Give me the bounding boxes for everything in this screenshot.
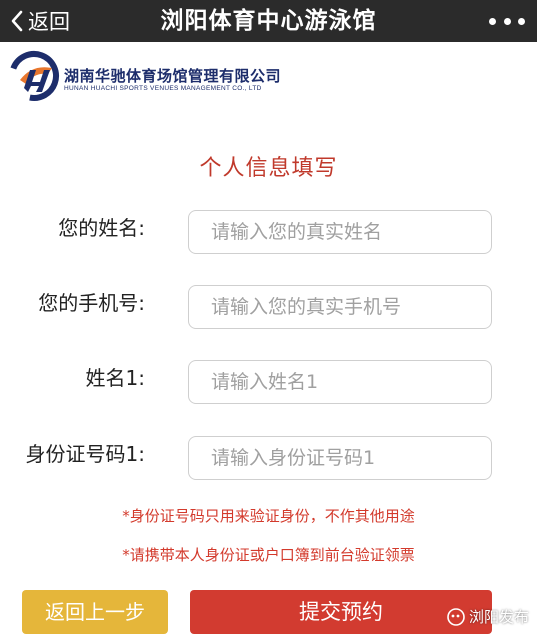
chevron-left-icon — [11, 10, 23, 32]
id-number1-label: 身份证号码1: — [25, 442, 145, 466]
name-label: 您的姓名: — [58, 216, 145, 240]
submit-reservation-button[interactable]: 提交预约 — [190, 590, 492, 634]
company-logo-icon — [9, 51, 59, 101]
company-name-cn: 湖南华驰体育场馆管理有限公司 — [64, 67, 282, 85]
more-dot-icon — [489, 17, 496, 25]
name1-input[interactable] — [188, 360, 492, 404]
page: 返回 浏阳体育中心游泳馆 湖南华驰体育场馆管理有限公司 HUNAN HUACHI… — [0, 0, 537, 638]
more-dot-icon — [503, 17, 511, 25]
company-logo: 湖南华驰体育场馆管理有限公司 HUNAN HUACHI SPORTS VENUE… — [8, 50, 308, 102]
back-button[interactable]: 返回 — [10, 0, 70, 42]
phone-input[interactable] — [188, 285, 492, 329]
name-input[interactable] — [188, 210, 492, 254]
id-number1-input[interactable] — [188, 436, 492, 480]
id-usage-note: *身份证号码只用来验证身份，不作其他用途 — [122, 507, 415, 525]
more-dot-icon — [518, 17, 525, 25]
name1-label: 姓名1: — [85, 366, 145, 390]
more-menu-button[interactable] — [489, 15, 525, 27]
company-name-en: HUNAN HUACHI SPORTS VENUES MANAGEMENT CO… — [64, 85, 262, 92]
ticket-pickup-note: *请携带本人身份证或户口簿到前台验证领票 — [122, 546, 415, 564]
top-bar: 返回 浏阳体育中心游泳馆 — [0, 0, 537, 42]
form-title: 个人信息填写 — [199, 156, 338, 181]
page-title: 浏阳体育中心游泳馆 — [160, 8, 377, 34]
back-label: 返回 — [28, 10, 70, 34]
phone-label: 您的手机号: — [38, 291, 145, 315]
go-back-button[interactable]: 返回上一步 — [22, 590, 168, 634]
